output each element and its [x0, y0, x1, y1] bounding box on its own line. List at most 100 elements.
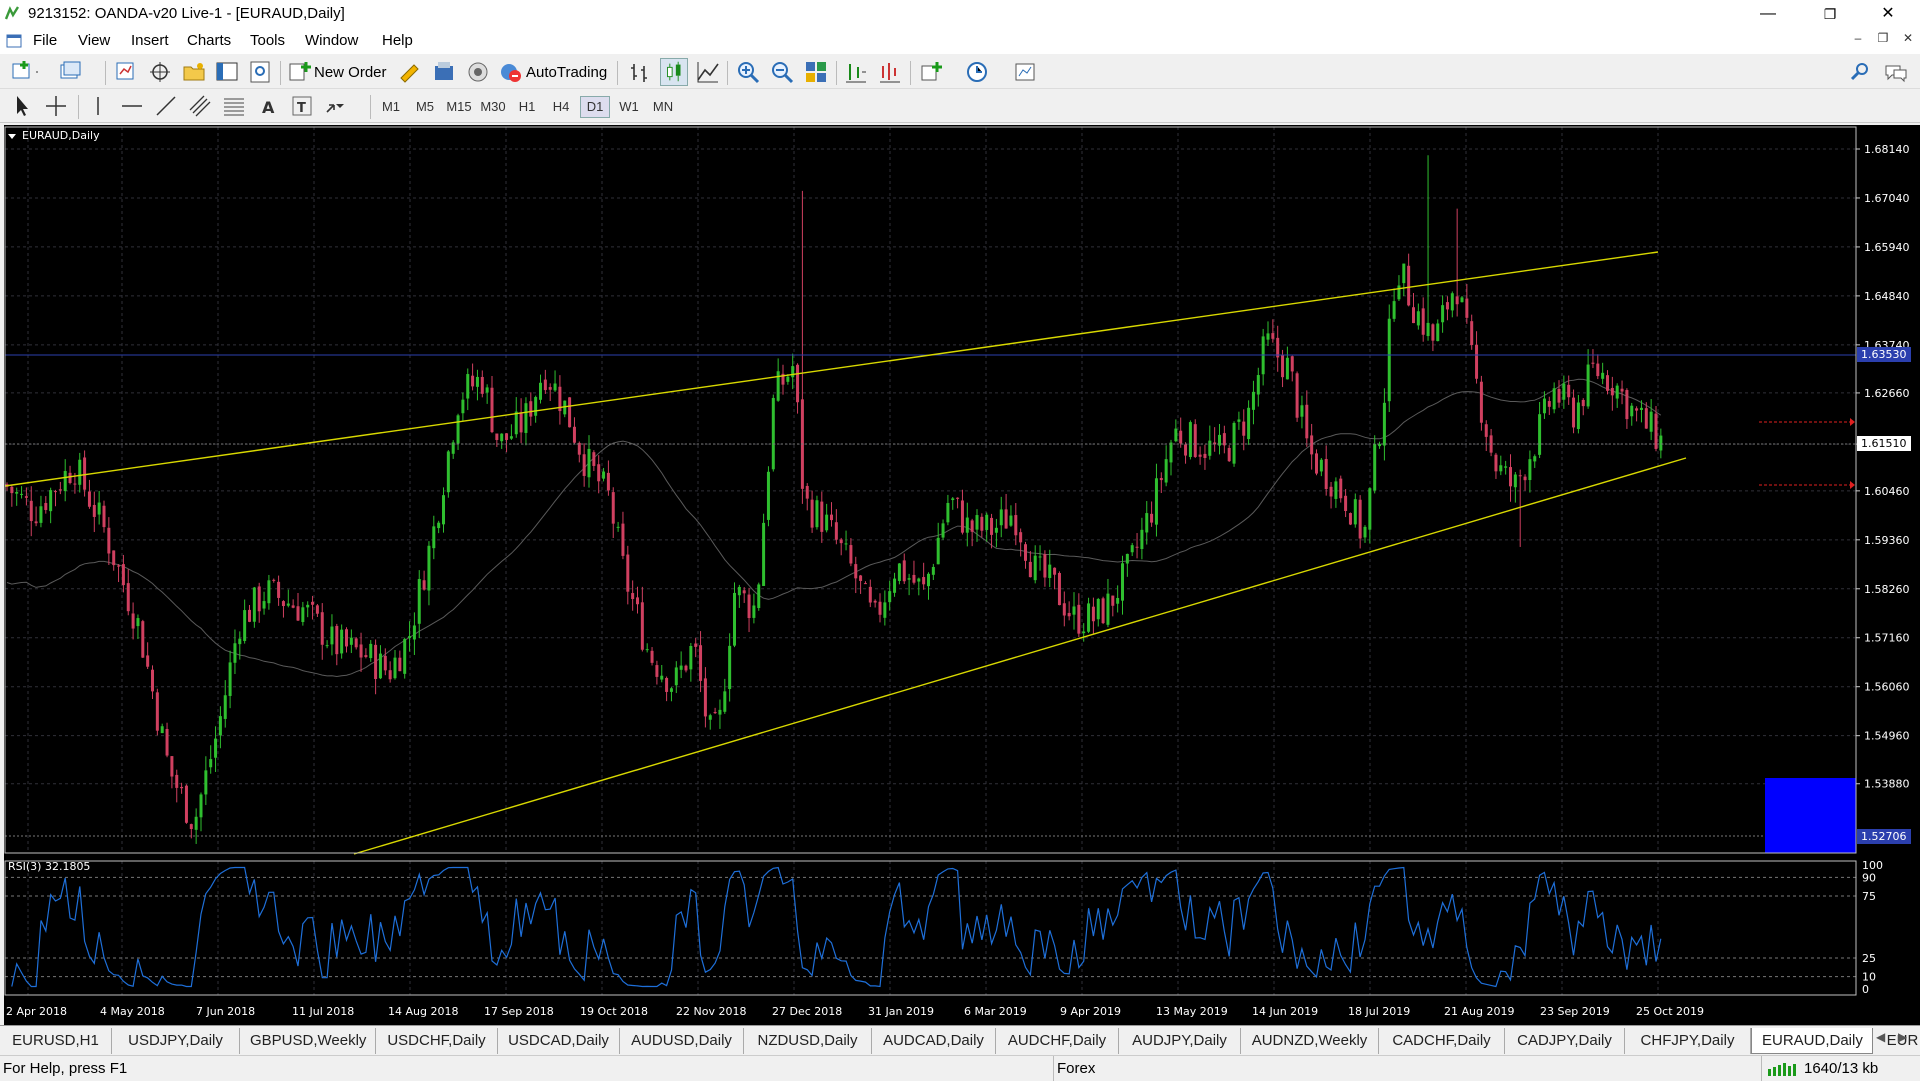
candle-body	[679, 665, 683, 670]
chart-window[interactable]: EURAUD,Daily RSI(3) 32.1805 1.68140 1.670…	[4, 125, 1920, 1025]
cursor-icon[interactable]	[8, 92, 36, 120]
candle-body	[849, 545, 853, 564]
candle-body	[58, 489, 62, 491]
candle-body	[1450, 293, 1454, 311]
search-icon[interactable]	[1846, 58, 1874, 86]
mdi-minimize-button[interactable]: –	[1848, 31, 1868, 49]
new-order-button[interactable]: New Order	[314, 64, 387, 81]
vertical-line-icon[interactable]	[84, 92, 112, 120]
candle-body	[1639, 407, 1643, 410]
timeframe-m1[interactable]: M1	[376, 97, 406, 119]
candle-body	[572, 426, 576, 443]
crosshair-icon[interactable]	[42, 92, 70, 120]
menu-tools[interactable]: Tools	[250, 32, 285, 49]
timeframe-m5[interactable]: M5	[410, 97, 440, 119]
lower-trendline[interactable]	[353, 457, 1687, 855]
chart-tab[interactable]: AUDNZD,Weekly	[1241, 1028, 1379, 1054]
connection-status-icon	[1768, 1063, 1796, 1076]
candle-body	[1106, 593, 1110, 625]
mdi-close-button[interactable]: ✕	[1898, 31, 1918, 49]
chart-tab[interactable]: CHFJPY,Daily	[1625, 1028, 1751, 1054]
candle-body	[146, 655, 150, 667]
timeframe-d1[interactable]: D1	[580, 96, 610, 118]
menu-help[interactable]: Help	[382, 32, 413, 49]
menu-window[interactable]: Window	[305, 32, 358, 49]
templates-icon[interactable]	[1012, 58, 1040, 86]
signals-icon[interactable]	[464, 58, 492, 86]
chart-tab[interactable]: AUDCAD,Daily	[872, 1028, 996, 1054]
chart-tab[interactable]: AUDUSD,Daily	[620, 1028, 744, 1054]
timeframe-h1[interactable]: H1	[512, 97, 542, 119]
line-chart-icon[interactable]	[694, 58, 722, 86]
chart-tab[interactable]: CADJPY,Daily	[1505, 1028, 1625, 1054]
timeframe-m15[interactable]: M15	[444, 97, 474, 119]
rsi-line	[11, 866, 1662, 988]
timeframe-m30[interactable]: M30	[478, 97, 508, 119]
mdi-restore-button[interactable]: ❐	[1873, 31, 1893, 49]
candle-body	[1271, 333, 1275, 339]
metaeditor-icon[interactable]	[396, 58, 424, 86]
candle-body	[1101, 598, 1105, 624]
auto-scroll-icon[interactable]	[876, 58, 904, 86]
navigator-crosshair-icon[interactable]	[146, 58, 174, 86]
chart-tab[interactable]: GBPUSD,Weekly	[240, 1028, 376, 1054]
chat-icon[interactable]	[1882, 58, 1910, 86]
terminal-icon[interactable]	[213, 58, 241, 86]
upper-trendline[interactable]	[4, 251, 1659, 487]
tab-scroll-right-icon[interactable]: ▶	[1898, 1030, 1907, 1044]
menu-insert[interactable]: Insert	[131, 32, 169, 49]
arrows-icon[interactable]	[322, 92, 350, 120]
current-price-label: 1.61510	[1861, 437, 1907, 450]
timeframe-mn[interactable]: MN	[648, 97, 678, 119]
autotrading-button[interactable]: AutoTrading	[526, 64, 607, 81]
market-watch-icon[interactable]	[112, 58, 140, 86]
profiles-icon[interactable]	[58, 58, 86, 86]
chart-tab[interactable]: AUDCHF,Daily	[996, 1028, 1119, 1054]
strategy-tester-icon[interactable]	[246, 58, 274, 86]
menu-file[interactable]: File	[33, 32, 57, 49]
candle-body	[10, 486, 14, 494]
close-button[interactable]: ✕	[1860, 0, 1916, 28]
zoom-out-icon[interactable]	[768, 58, 796, 86]
new-order-icon[interactable]	[286, 58, 314, 86]
new-chart-icon[interactable]	[10, 58, 38, 86]
trendline-icon[interactable]	[152, 92, 180, 120]
candle-body	[1606, 375, 1609, 391]
periods-clock-icon[interactable]	[964, 58, 992, 86]
chart-tab[interactable]: AUDJPY,Daily	[1119, 1028, 1241, 1054]
timeframe-w1[interactable]: W1	[614, 97, 644, 119]
chart-tab[interactable]: CADCHF,Daily	[1379, 1028, 1505, 1054]
navigator-folder-icon[interactable]	[180, 58, 208, 86]
market-icon[interactable]	[430, 58, 458, 86]
indicators-icon[interactable]	[918, 58, 946, 86]
zoom-in-icon[interactable]	[734, 58, 762, 86]
chart-shift-icon[interactable]	[842, 58, 870, 86]
price-chart[interactable]: EURAUD,Daily RSI(3) 32.1805 1.68140 1.670…	[4, 125, 1920, 1025]
chart-tab[interactable]: EURUSD,H1	[0, 1028, 112, 1054]
menu-view[interactable]: View	[78, 32, 110, 49]
horizontal-line-icon[interactable]	[118, 92, 146, 120]
chart-tab[interactable]: USDCAD,Daily	[498, 1028, 620, 1054]
chart-tab[interactable]: USDCHF,Daily	[376, 1028, 498, 1054]
chart-tab[interactable]: USDJPY,Daily	[112, 1028, 240, 1054]
text-label-icon[interactable]: T	[288, 92, 316, 120]
tile-windows-icon[interactable]	[802, 58, 830, 86]
candle-body	[500, 433, 504, 442]
tab-scroll-left-icon[interactable]: ◀	[1876, 1030, 1885, 1044]
candle-body	[209, 759, 213, 768]
equidistant-channel-icon[interactable]	[186, 92, 214, 120]
chart-tab[interactable]: EURAUD,Daily	[1751, 1028, 1873, 1054]
candlestick-chart-icon[interactable]	[660, 58, 688, 86]
chart-collapse-icon[interactable]	[8, 134, 16, 139]
autotrading-icon[interactable]	[497, 58, 525, 86]
chart-tab[interactable]: NZDUSD,Daily	[744, 1028, 872, 1054]
bar-chart-icon[interactable]	[626, 58, 654, 86]
fibonacci-icon[interactable]	[220, 92, 248, 120]
menu-charts[interactable]: Charts	[187, 32, 231, 49]
text-icon[interactable]: A	[254, 92, 282, 120]
candle-body	[29, 500, 33, 522]
restore-button[interactable]: ❐	[1802, 0, 1858, 28]
minimize-button[interactable]: —	[1740, 0, 1796, 28]
timeframe-h4[interactable]: H4	[546, 97, 576, 119]
blue-rectangle-object[interactable]	[1765, 778, 1856, 853]
